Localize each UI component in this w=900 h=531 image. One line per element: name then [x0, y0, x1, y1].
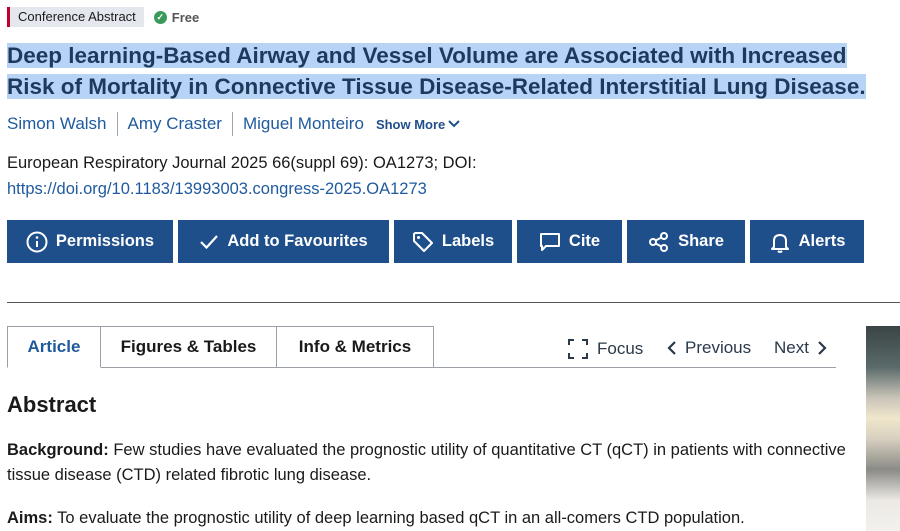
labels-label: Labels: [441, 232, 495, 250]
divider: [7, 302, 900, 303]
share-icon: [649, 231, 669, 252]
side-advert-image[interactable]: [866, 326, 900, 531]
action-bar: Permissions Add to Favourites Labels Cit…: [7, 220, 864, 263]
author-link[interactable]: Miguel Monteiro: [231, 112, 374, 136]
aims-text: To evaluate the prognostic utility of de…: [52, 509, 745, 527]
article-type-badge: Conference Abstract: [7, 7, 144, 27]
citation: European Respiratory Journal 2025 66(sup…: [7, 150, 477, 202]
share-button[interactable]: Share: [627, 220, 745, 263]
free-access-badge: ✓ Free: [153, 9, 200, 25]
show-more-button[interactable]: Show More: [376, 117, 460, 132]
labels-button[interactable]: Labels: [394, 220, 512, 263]
article-title-text: Deep learning-Based Airway and Vessel Vo…: [7, 43, 866, 99]
bell-icon: [770, 233, 789, 253]
tab-underline: [434, 367, 836, 368]
author-list: Simon Walsh Amy Craster Miguel Monteiro …: [7, 112, 460, 136]
previous-label: Previous: [685, 338, 752, 357]
author-link[interactable]: Simon Walsh: [7, 112, 117, 136]
cite-button[interactable]: Cite: [517, 220, 622, 263]
focus-label: Focus: [597, 339, 644, 358]
chevron-left-icon: [667, 341, 676, 355]
aims-label: Aims:: [7, 509, 53, 527]
journal-citation: European Respiratory Journal 2025 66(sup…: [7, 154, 477, 172]
alerts-label: Alerts: [798, 232, 846, 250]
cite-label: Cite: [568, 232, 601, 250]
abstract-heading: Abstract: [7, 392, 97, 417]
alerts-button[interactable]: Alerts: [750, 220, 864, 263]
info-icon: [26, 231, 48, 252]
background-paragraph: Background: Few studies have evaluated t…: [7, 438, 847, 488]
show-more-label: Show More: [375, 116, 446, 132]
checkmark-icon: [200, 234, 219, 249]
share-label: Share: [678, 232, 724, 250]
article-meta: Conference Abstract ✓ Free: [7, 7, 199, 27]
article-title: Deep learning-Based Airway and Vessel Vo…: [7, 40, 897, 102]
comment-icon: [539, 232, 560, 251]
background-text: Few studies have evaluated the prognosti…: [7, 441, 846, 484]
doi-link[interactable]: https://doi.org/10.1183/13993003.congres…: [7, 176, 477, 202]
next-button[interactable]: Next: [774, 338, 827, 358]
background-label: Background:: [7, 441, 109, 459]
permissions-button[interactable]: Permissions: [7, 220, 173, 263]
favourites-label: Add to Favourites: [227, 232, 368, 250]
chevron-right-icon: [818, 341, 827, 355]
focus-button[interactable]: Focus: [567, 338, 643, 360]
focus-icon: [568, 339, 588, 359]
article-tabs: Article Figures & Tables Info & Metrics: [7, 326, 434, 368]
tab-article[interactable]: Article: [7, 326, 101, 368]
next-label: Next: [774, 338, 809, 357]
tag-icon: [412, 231, 433, 252]
add-to-favourites-button[interactable]: Add to Favourites: [178, 220, 389, 263]
author-link[interactable]: Amy Craster: [116, 112, 232, 136]
chevron-down-icon: [448, 120, 460, 128]
permissions-label: Permissions: [55, 232, 155, 250]
tab-figures-tables[interactable]: Figures & Tables: [101, 326, 277, 368]
tab-info-metrics[interactable]: Info & Metrics: [277, 326, 434, 368]
previous-button[interactable]: Previous: [667, 338, 751, 358]
free-label: Free: [171, 9, 200, 25]
check-icon: ✓: [153, 10, 167, 24]
aims-paragraph: Aims: To evaluate the prognostic utility…: [7, 506, 867, 531]
